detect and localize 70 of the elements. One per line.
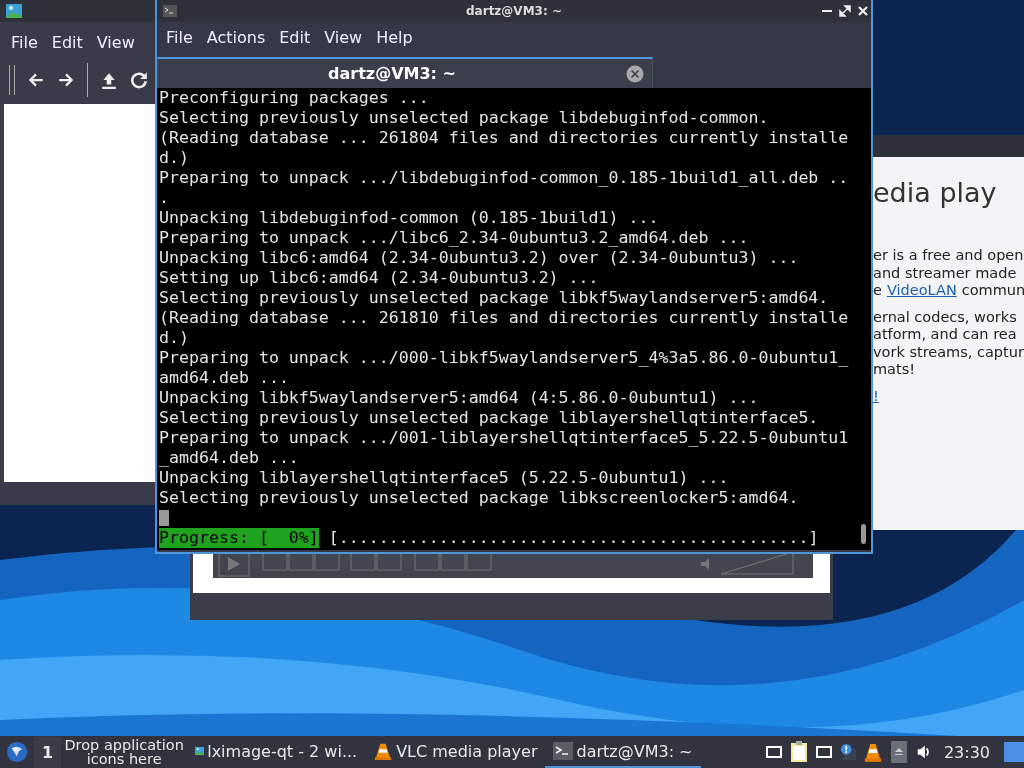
terminal-line: Preparing to unpack .../libc6_2.34-0ubuntu3.2_amd64.deb ... <box>159 228 749 248</box>
launcher-hint: Drop application icons here <box>63 737 185 767</box>
menu-item[interactable]: Actions <box>205 23 279 51</box>
terminal-icon <box>553 742 574 760</box>
clock[interactable]: 23:30 <box>943 742 990 762</box>
terminal-line: Unpacking libdebuginfod-common (0.185-1build1) ... <box>159 208 659 228</box>
page-text: mats! <box>873 361 916 379</box>
terminal-icon <box>163 5 177 17</box>
traffic-cone-icon[interactable] <box>863 741 882 763</box>
terminal-line: Selecting previously unselected package liblayershellqtinterface5. <box>159 408 819 428</box>
image-icon <box>6 4 22 18</box>
terminal-line: Unpacking liblayershellqtinterface5 (5.22.5-0ubuntu1) ... <box>159 468 729 488</box>
page-text: commun <box>961 282 1024 300</box>
close-tab-icon[interactable] <box>626 64 644 83</box>
page-text: ernal codecs, works <box>873 308 1017 326</box>
progress-label: Progress: [ 0%] <box>159 528 319 548</box>
terminal-line: Selecting previously unselected package libdebuginfod-common. <box>159 108 769 128</box>
terminal-line: Preparing to unpack .../001-liblayershellqtinterface5_5.22.5-0ubuntu1 <box>159 428 849 448</box>
page-text: and streamer made <box>873 264 1017 282</box>
terminal-line: Preparing to unpack .../000-libkf5waylandserver5_4%3a5.86.0-0ubuntu1_ <box>159 348 849 368</box>
terminal-line: Unpacking libkf5waylandserver5:amd64 (4:5.86.0-0ubuntu1) ... <box>159 388 759 408</box>
desktop-switcher[interactable]: 1 <box>34 736 62 768</box>
terminal-line: Unpacking libc6:amd64 (2.34-0ubuntu3.2) over (2.34-0ubuntu3) ... <box>159 248 799 268</box>
task-button[interactable]: dartz@VM3: ~ <box>545 736 701 768</box>
terminal-line: d.) <box>159 148 189 168</box>
text-cursor <box>159 510 169 526</box>
terminal-line: Setting up libc6:amd64 (2.34-0ubuntu3.2) ... <box>159 268 599 288</box>
terminal-line: Preparing to unpack .../libdebuginfod-common_0.185-1build1_all.deb .. <box>159 168 849 188</box>
page-text: atform, and can rea <box>873 326 1017 344</box>
close-icon[interactable] <box>857 5 869 17</box>
window-icon[interactable] <box>765 744 782 760</box>
terminal-line: Selecting previously unselected package libkf5waylandserver5:amd64. <box>159 288 829 308</box>
terminal-line: amd64.deb ... <box>159 368 289 388</box>
terminal-line: Preconfiguring packages ... <box>159 88 429 108</box>
reload-icon[interactable] <box>130 71 148 89</box>
menu-item[interactable]: Help <box>375 23 426 51</box>
back-arrow-icon[interactable] <box>27 71 45 89</box>
menu-item[interactable]: File <box>165 23 206 51</box>
clipboard-icon[interactable] <box>789 741 808 763</box>
window-icon[interactable] <box>815 744 832 760</box>
menu-item[interactable]: View <box>95 28 148 56</box>
task-button[interactable]: VLC media player <box>365 736 546 768</box>
page-text: e <box>873 282 882 300</box>
terminal-line: . <box>159 188 169 208</box>
menu-item[interactable]: Edit <box>50 28 96 56</box>
menu-item[interactable]: File <box>10 28 51 56</box>
forward-arrow-icon[interactable] <box>57 71 75 89</box>
volume-icon[interactable] <box>915 744 932 760</box>
text-link[interactable]: VideoLAN <box>886 282 957 300</box>
progress-dots: [...............................................] <box>328 528 819 548</box>
terminal-line: (Reading database ... 261810 files and directories currently installe <box>159 308 849 328</box>
maximize-icon[interactable] <box>839 5 851 17</box>
task-button[interactable]: lximage-qt - 2 wi... <box>187 736 366 768</box>
terminal-line: Selecting previously unselected package libkscreenlocker5:amd64. <box>159 488 799 508</box>
notification-icon[interactable] <box>839 744 856 760</box>
window-title: dartz@VM3: ~ <box>465 4 563 18</box>
traffic-cone-icon <box>373 742 394 760</box>
terminal-line: _amd64.deb ... <box>159 448 299 468</box>
page-text: vork streams, captur <box>873 343 1024 361</box>
text-link[interactable]: ! <box>873 387 879 405</box>
start-menu-icon[interactable] <box>6 741 28 763</box>
page-heading: edia play <box>873 176 997 210</box>
eject-icon[interactable] <box>889 741 908 763</box>
menu-item[interactable]: Edit <box>278 23 324 51</box>
terminal-line: (Reading database ... 261804 files and directories currently installe <box>159 128 849 148</box>
upload-icon[interactable] <box>100 71 118 89</box>
terminal-tab[interactable]: dartz@VM3: ~ <box>157 57 653 88</box>
page-text: er is a free and open <box>873 247 1024 265</box>
menu-item[interactable]: View <box>323 23 376 51</box>
terminal-line: d.) <box>159 328 189 348</box>
